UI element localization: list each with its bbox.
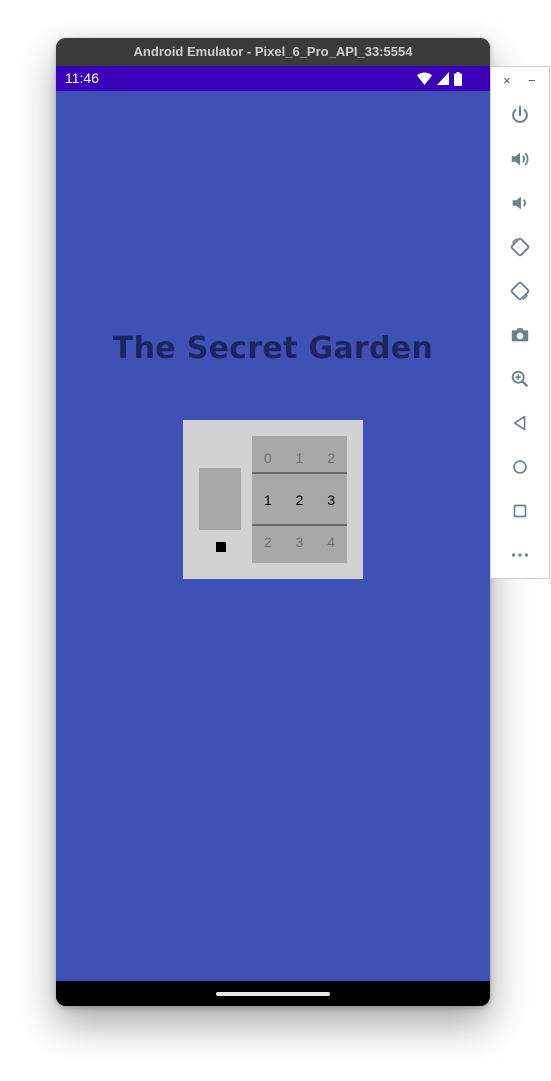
emulator-toolbar: × − — [490, 66, 550, 579]
wheel-1-above: 0 — [263, 450, 272, 466]
back-icon — [513, 415, 526, 431]
wheel-row-above: 0 1 2 — [252, 450, 347, 466]
volume-down-button[interactable] — [508, 191, 532, 215]
zoom-icon — [511, 370, 529, 388]
wheel-3-above: 2 — [327, 450, 336, 466]
home-icon — [513, 460, 527, 474]
close-toolbar-icon[interactable]: × — [503, 71, 511, 91]
wheel-2-below: 3 — [295, 534, 304, 550]
navigation-bar — [56, 981, 490, 1006]
wheel-3-below: 4 — [327, 534, 336, 550]
screenshot-button[interactable] — [508, 323, 532, 347]
combination-lock: 0 1 2 1 2 3 2 3 4 — [183, 420, 363, 579]
wheel-1-value[interactable]: 1 — [252, 492, 284, 508]
wheel-row-below: 2 3 4 — [252, 534, 347, 550]
camera-icon — [511, 328, 529, 342]
lock-slot[interactable] — [199, 468, 241, 530]
selection-line-top — [252, 472, 347, 474]
app-screen: The Secret Garden 0 1 2 1 2 3 2 3 4 — [56, 91, 490, 981]
window-title: Android Emulator - Pixel_6_Pro_API_33:55… — [56, 38, 490, 66]
power-button[interactable] — [508, 103, 532, 127]
selection-line-bottom — [252, 524, 347, 526]
app-title: The Secret Garden — [112, 331, 434, 366]
wheel-1-below: 2 — [263, 534, 272, 550]
status-icons — [417, 71, 462, 86]
combination-wheels[interactable]: 0 1 2 1 2 3 2 3 4 — [252, 436, 347, 563]
power-icon — [512, 105, 528, 123]
rotate-right-icon — [510, 281, 530, 301]
wheel-3-value[interactable]: 3 — [315, 492, 347, 508]
wifi-icon — [417, 72, 432, 85]
rotate-left-icon — [510, 237, 530, 257]
overview-icon — [513, 504, 527, 518]
status-time: 11:46 — [65, 70, 99, 86]
minimize-icon[interactable]: − — [528, 71, 536, 91]
emulator-window: Android Emulator - Pixel_6_Pro_API_33:55… — [56, 38, 490, 1006]
zoom-button[interactable] — [508, 367, 532, 391]
more-button[interactable] — [508, 543, 532, 567]
more-icon — [511, 553, 529, 557]
home-gesture-handle[interactable] — [216, 992, 330, 996]
home-button[interactable] — [508, 455, 532, 479]
wheel-row-selected: 1 2 3 — [252, 492, 347, 508]
back-button[interactable] — [508, 411, 532, 435]
cellular-signal-icon — [437, 72, 449, 85]
wheel-2-value[interactable]: 2 — [284, 492, 316, 508]
volume-up-button[interactable] — [508, 147, 532, 171]
battery-icon — [454, 71, 462, 86]
volume-down-icon — [512, 196, 526, 210]
volume-up-icon — [511, 152, 529, 166]
rotate-left-button[interactable] — [508, 235, 532, 259]
toolbar-window-controls: × − — [491, 71, 549, 91]
status-bar: 11:46 — [56, 66, 490, 91]
overview-button[interactable] — [508, 499, 532, 523]
lock-indicator — [216, 542, 226, 552]
wheel-2-above: 1 — [295, 450, 304, 466]
rotate-right-button[interactable] — [508, 279, 532, 303]
